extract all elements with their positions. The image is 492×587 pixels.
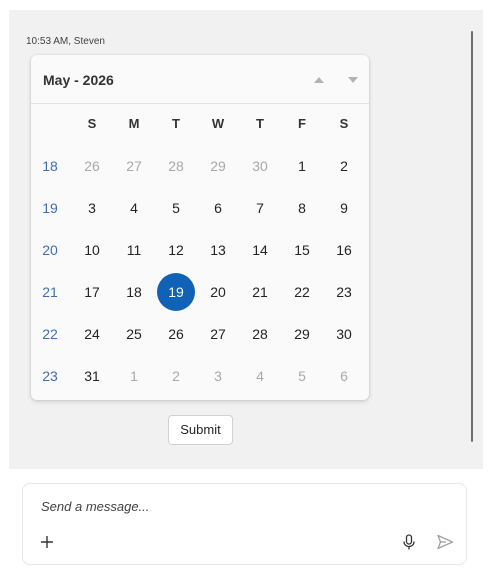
day-cell[interactable]: 20 bbox=[199, 273, 237, 311]
day-cell[interactable]: 14 bbox=[241, 231, 279, 269]
message-composer: Send a message... bbox=[22, 483, 467, 565]
day-cell[interactable]: 8 bbox=[283, 189, 321, 227]
day-cell[interactable]: 1 bbox=[283, 147, 321, 185]
previous-month-button[interactable] bbox=[308, 69, 330, 91]
day-cell[interactable]: 15 bbox=[283, 231, 321, 269]
triangle-up-icon bbox=[314, 77, 324, 83]
day-cell[interactable]: 26 bbox=[73, 147, 111, 185]
day-cell[interactable]: 12 bbox=[157, 231, 195, 269]
day-cell[interactable]: 17 bbox=[73, 273, 111, 311]
day-cell[interactable]: 25 bbox=[115, 315, 153, 353]
plus-icon bbox=[41, 536, 53, 548]
day-cell[interactable]: 5 bbox=[283, 357, 321, 395]
weekday-label: M bbox=[128, 116, 140, 131]
weekday-label: T bbox=[256, 116, 264, 131]
day-cell[interactable]: 23 bbox=[325, 273, 363, 311]
calendar-week-row: 20 10 11 12 13 14 15 16 bbox=[31, 229, 369, 271]
submit-button[interactable]: Submit bbox=[168, 415, 233, 445]
triangle-down-icon bbox=[348, 77, 358, 83]
calendar-week-row: 18 26 27 28 29 30 1 2 bbox=[31, 145, 369, 187]
week-number: 21 bbox=[42, 284, 58, 300]
week-number: 20 bbox=[42, 242, 58, 258]
week-number: 19 bbox=[42, 200, 58, 216]
day-cell[interactable]: 27 bbox=[199, 315, 237, 353]
day-cell[interactable]: 29 bbox=[199, 147, 237, 185]
week-number: 23 bbox=[42, 368, 58, 384]
microphone-button[interactable] bbox=[399, 532, 419, 552]
day-cell[interactable]: 29 bbox=[283, 315, 321, 353]
weekday-label: S bbox=[87, 116, 97, 131]
day-cell[interactable]: 4 bbox=[115, 189, 153, 227]
calendar-week-row: 22 24 25 26 27 28 29 30 bbox=[31, 313, 369, 355]
day-cell[interactable]: 26 bbox=[157, 315, 195, 353]
day-cell[interactable]: 18 bbox=[115, 273, 153, 311]
day-cell[interactable]: 6 bbox=[199, 189, 237, 227]
send-button[interactable] bbox=[435, 532, 455, 552]
calendar-week-row: 21 17 18 19 20 21 22 23 bbox=[31, 271, 369, 313]
day-cell[interactable]: 22 bbox=[283, 273, 321, 311]
microphone-icon bbox=[403, 534, 415, 550]
add-attachment-button[interactable] bbox=[37, 532, 57, 552]
day-cell[interactable]: 13 bbox=[199, 231, 237, 269]
weekday-header-row: SMTWTFS bbox=[31, 104, 369, 145]
day-cell[interactable]: 3 bbox=[73, 189, 111, 227]
month-year-label: May - 2026 bbox=[43, 72, 114, 88]
day-cell[interactable]: 16 bbox=[325, 231, 363, 269]
day-cell[interactable]: 5 bbox=[157, 189, 195, 227]
calendar-grid: S M T W T F S 18 26 27 28 29 30 1 2 19 3 4 5 6 7 8 9 20 10 11 12 13… bbox=[31, 104, 369, 397]
date-picker: May - 2026 S M T W T F S 18 26 27 28 29 30 1 2 19 3 4 5 6 7 8… bbox=[31, 55, 369, 400]
day-cell[interactable]: 2 bbox=[157, 357, 195, 395]
week-number: 22 bbox=[42, 326, 58, 342]
message-input[interactable]: Send a message... bbox=[41, 499, 149, 514]
day-cell[interactable]: 11 bbox=[115, 231, 153, 269]
day-cell[interactable]: 30 bbox=[325, 315, 363, 353]
day-cell[interactable]: 10 bbox=[73, 231, 111, 269]
day-cell[interactable]: 27 bbox=[115, 147, 153, 185]
calendar-week-row: 19 3 4 5 6 7 8 9 bbox=[31, 187, 369, 229]
calendar-header: May - 2026 bbox=[31, 55, 369, 104]
day-cell[interactable]: 4 bbox=[241, 357, 279, 395]
day-cell[interactable]: 28 bbox=[157, 147, 195, 185]
selected-day-cell[interactable]: 19 bbox=[157, 273, 195, 311]
weekday-label: T bbox=[172, 116, 180, 131]
day-cell[interactable]: 7 bbox=[241, 189, 279, 227]
message-meta: 10:53 AM, Steven bbox=[26, 36, 105, 47]
day-cell[interactable]: 3 bbox=[199, 357, 237, 395]
chat-scrollbar[interactable] bbox=[471, 31, 473, 442]
weekday-label: S bbox=[339, 116, 349, 131]
weekday-label: F bbox=[298, 116, 306, 131]
send-icon bbox=[437, 534, 454, 550]
day-cell[interactable]: 28 bbox=[241, 315, 279, 353]
day-cell[interactable]: 30 bbox=[241, 147, 279, 185]
day-cell[interactable]: 24 bbox=[73, 315, 111, 353]
day-cell[interactable]: 2 bbox=[325, 147, 363, 185]
day-cell[interactable]: 21 bbox=[241, 273, 279, 311]
calendar-week-row: 23 31 1 2 3 4 5 6 bbox=[31, 355, 369, 397]
day-cell[interactable]: 6 bbox=[325, 357, 363, 395]
weekday-label: W bbox=[211, 116, 225, 131]
day-cell[interactable]: 1 bbox=[115, 357, 153, 395]
next-month-button[interactable] bbox=[342, 69, 364, 91]
day-cell[interactable]: 31 bbox=[73, 357, 111, 395]
week-number: 18 bbox=[42, 158, 58, 174]
day-cell[interactable]: 9 bbox=[325, 189, 363, 227]
